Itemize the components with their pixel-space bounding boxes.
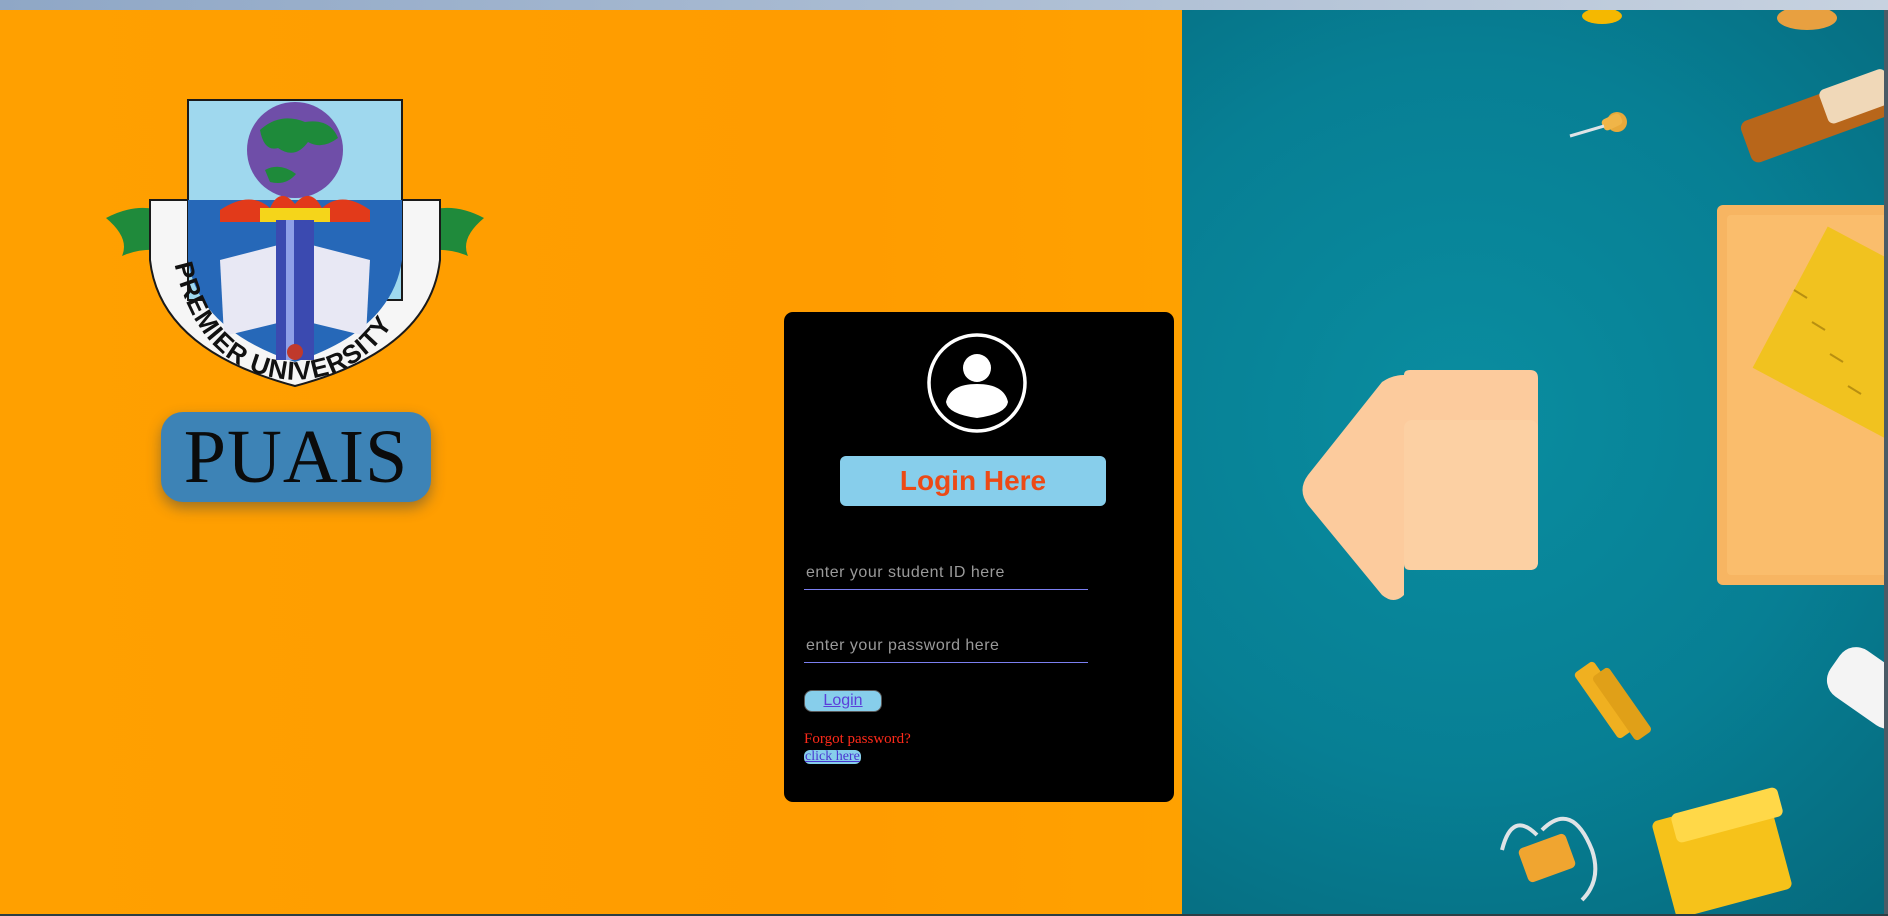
desk-items-illustration [1302,10,1888,914]
pushpin-shape [1569,112,1627,138]
login-card: Login Here Login Forgot password? click … [784,312,1174,802]
app-name-badge: PUAIS [161,412,431,502]
window-top-strip [0,0,1888,10]
forgot-password-link[interactable]: click here [804,750,861,764]
student-id-input[interactable] [804,556,1088,590]
user-circle-icon [927,333,1027,433]
login-heading: Login Here [840,456,1106,506]
page-background: PREMIER UNIVERSITY PUAIS Login Here Logi… [0,10,1888,914]
background-photo [1182,10,1888,914]
login-button[interactable]: Login [804,690,882,712]
university-logo: PREMIER UNIVERSITY [100,90,490,390]
forgot-password-text: Forgot password? [804,731,911,747]
password-input[interactable] [804,629,1088,663]
